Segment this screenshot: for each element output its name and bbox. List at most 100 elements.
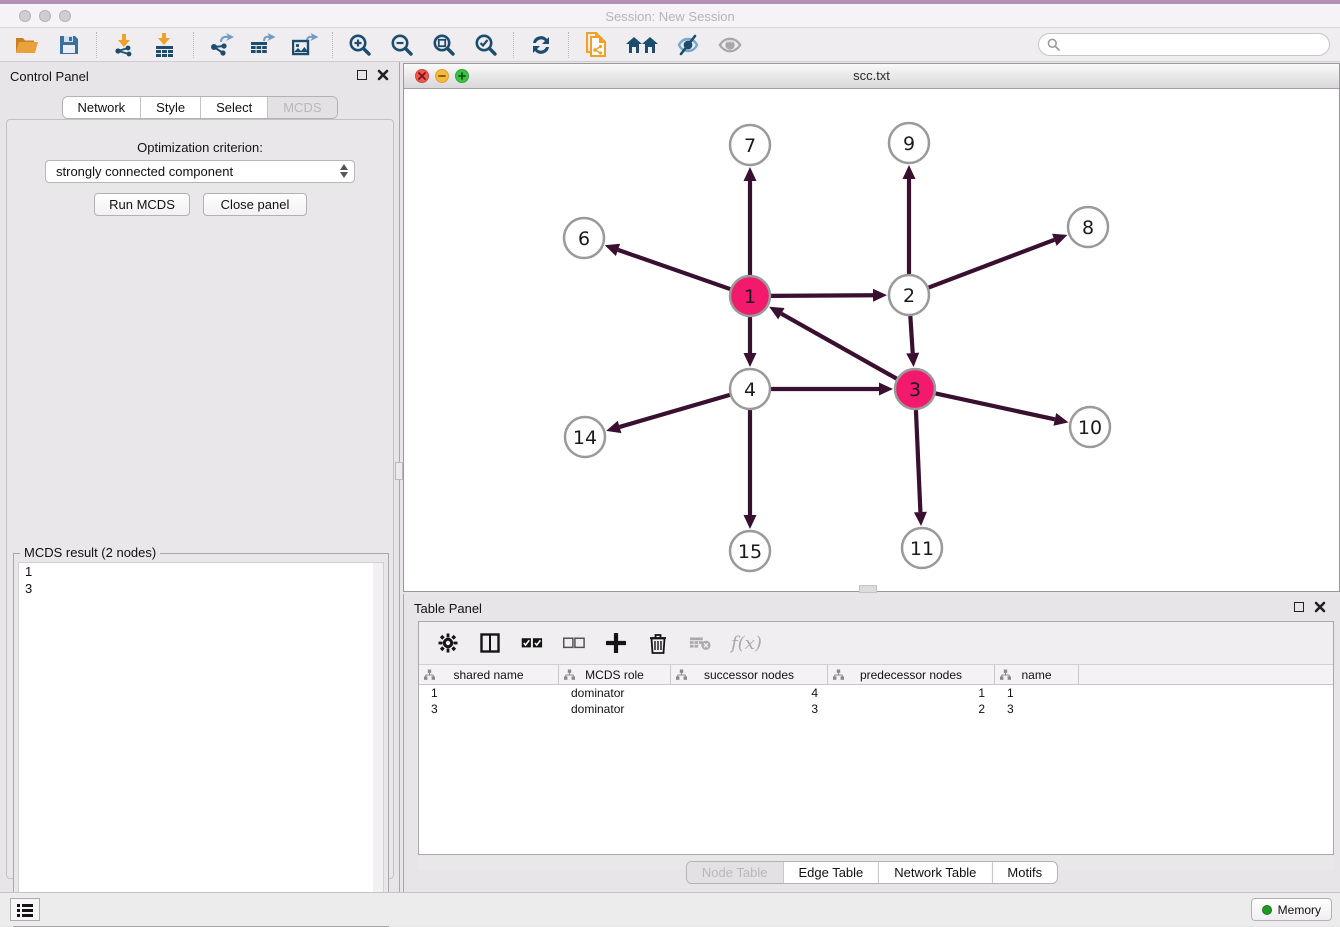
table-cell[interactable]: 3	[671, 701, 828, 717]
search-field[interactable]	[1038, 33, 1330, 56]
search-input[interactable]	[1065, 36, 1329, 54]
edge-4-14[interactable]	[620, 395, 730, 427]
table-cell[interactable]: 3	[995, 701, 1079, 717]
function-builder-button[interactable]: f(x)	[731, 633, 762, 654]
edge-3-10[interactable]	[936, 393, 1055, 419]
unchecked-boxes-icon	[563, 637, 585, 649]
tab-motifs[interactable]: Motifs	[991, 862, 1057, 883]
task-history-button[interactable]	[10, 898, 40, 921]
export-image-button[interactable]	[292, 32, 318, 58]
edge-1-6[interactable]	[618, 250, 730, 289]
zoom-out-button[interactable]	[389, 32, 415, 58]
export-table-button[interactable]	[250, 32, 276, 58]
duplicate-network-button[interactable]	[583, 32, 609, 58]
mcds-result-group: MCDS result (2 nodes) 13	[13, 553, 389, 927]
float-table-panel-icon[interactable]	[1294, 602, 1304, 612]
network-window-title: scc.txt	[404, 68, 1339, 83]
show-column-panel-button[interactable]	[479, 632, 501, 654]
edge-3-1[interactable]	[781, 314, 896, 379]
delete-column-button[interactable]	[647, 632, 669, 654]
tab-select[interactable]: Select	[200, 97, 267, 118]
tab-network[interactable]: Network	[62, 97, 140, 118]
column-header-successor-nodes[interactable]: successor nodes	[671, 665, 828, 684]
table-settings-button[interactable]	[437, 632, 459, 654]
table-cell[interactable]: 1	[828, 685, 995, 701]
table-row[interactable]: 3dominator323	[419, 701, 1333, 717]
zoom-fit-button[interactable]	[431, 32, 457, 58]
edge-3-11[interactable]	[916, 410, 920, 512]
close-table-panel-icon[interactable]	[1314, 601, 1326, 613]
home-icon	[625, 34, 659, 56]
graph-node-label: 10	[1078, 417, 1102, 439]
open-session-button[interactable]	[14, 32, 40, 58]
close-panel-icon[interactable]	[377, 69, 389, 81]
tab-mcds[interactable]: MCDS	[267, 97, 336, 118]
tab-edge-table[interactable]: Edge Table	[782, 862, 878, 883]
column-header-predecessor-nodes[interactable]: predecessor nodes	[828, 665, 995, 684]
search-icon	[1047, 38, 1060, 51]
result-scrollbar[interactable]	[373, 563, 383, 921]
table-cell[interactable]: dominator	[559, 685, 671, 701]
horizontal-splitter-handle[interactable]	[859, 585, 877, 593]
mcds-result-list[interactable]: 13	[18, 562, 384, 922]
trash-icon	[649, 633, 667, 654]
create-column-button[interactable]	[605, 632, 627, 654]
edge-2-8[interactable]	[929, 240, 1055, 288]
status-bar: Memory	[0, 892, 1340, 926]
column-type-icon	[424, 669, 435, 680]
home-button[interactable]	[625, 32, 659, 58]
export-network-button[interactable]	[208, 32, 234, 58]
column-header-shared-name[interactable]: shared name	[419, 665, 559, 684]
zoom-in-button[interactable]	[347, 32, 373, 58]
edge-arrowhead	[744, 515, 757, 529]
network-view-window: scc.txt 7968124314101511	[403, 63, 1340, 592]
run-mcds-button[interactable]: Run MCDS	[94, 193, 190, 216]
column-header-name[interactable]: name	[995, 665, 1079, 684]
tab-style[interactable]: Style	[140, 97, 200, 118]
close-panel-button[interactable]: Close panel	[203, 193, 307, 216]
hide-panel-button[interactable]	[675, 32, 701, 58]
column-header-MCDS-role[interactable]: MCDS role	[559, 665, 671, 684]
edge-1-2[interactable]	[771, 295, 873, 296]
zoom-selected-icon	[474, 33, 498, 57]
tab-network-table[interactable]: Network Table	[878, 862, 991, 883]
import-network-icon	[112, 33, 136, 57]
unselect-all-columns-button[interactable]	[563, 632, 585, 654]
columns-icon	[480, 633, 500, 653]
tab-node-table[interactable]: Node Table	[687, 862, 783, 883]
column-header-label: MCDS role	[585, 668, 644, 682]
graph-node-label: 11	[910, 538, 934, 560]
memory-status-icon	[1262, 905, 1272, 915]
select-all-columns-button[interactable]	[521, 632, 543, 654]
edge-arrowhead	[1052, 234, 1067, 246]
table-cell[interactable]: 3	[419, 701, 559, 717]
memory-button[interactable]: Memory	[1251, 898, 1332, 921]
network-window-titlebar[interactable]: scc.txt	[404, 64, 1339, 89]
save-session-button[interactable]	[56, 32, 82, 58]
delete-table-icon	[689, 635, 711, 651]
edge-arrowhead	[744, 167, 757, 181]
table-cell[interactable]: dominator	[559, 701, 671, 717]
column-header-label: successor nodes	[704, 668, 794, 682]
table-cell[interactable]: 1	[995, 685, 1079, 701]
network-graph-canvas[interactable]: 7968124314101511	[404, 89, 1339, 591]
optimization-criterion-select[interactable]: strongly connected component	[45, 160, 355, 183]
mcds-result-value: 1	[19, 563, 383, 580]
show-graphics-button[interactable]	[717, 32, 743, 58]
delete-table-button[interactable]	[689, 632, 711, 654]
table-cell[interactable]: 2	[828, 701, 995, 717]
save-floppy-icon	[58, 34, 80, 56]
import-table-icon	[154, 33, 178, 57]
import-table-button[interactable]	[153, 32, 179, 58]
zoom-selected-button[interactable]	[473, 32, 499, 58]
hide-panels-icon	[675, 34, 701, 56]
table-cell[interactable]: 1	[419, 685, 559, 701]
table-row[interactable]: 1dominator411	[419, 685, 1333, 701]
edge-2-3[interactable]	[910, 316, 912, 353]
table-panel-header: Table Panel	[404, 594, 1340, 622]
table-cell[interactable]: 4	[671, 685, 828, 701]
refresh-button[interactable]	[528, 32, 554, 58]
import-network-button[interactable]	[111, 32, 137, 58]
vertical-splitter-handle[interactable]	[395, 462, 403, 480]
float-panel-icon[interactable]	[357, 70, 367, 80]
